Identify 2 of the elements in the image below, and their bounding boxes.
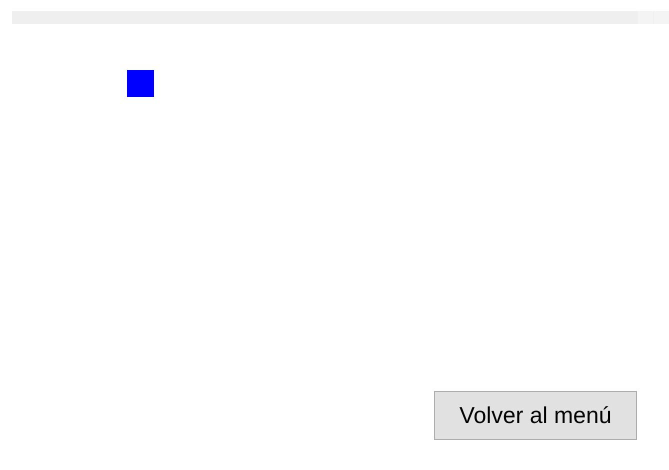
back-to-menu-button[interactable]: Volver al menú	[434, 391, 637, 440]
square-sprite	[127, 70, 154, 97]
